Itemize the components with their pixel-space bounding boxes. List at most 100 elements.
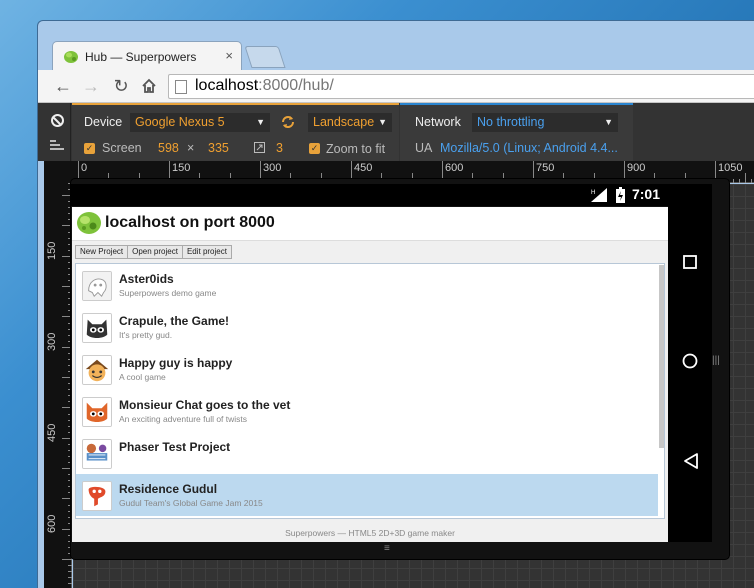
status-time: 7:01 [631, 186, 660, 202]
device-emulation-bar: Device Google Nexus 5 ▼ Landscape ▼ ✓ Scre… [38, 103, 754, 161]
project-description: It's pretty gud. [119, 330, 173, 340]
dropdown-arrow-icon: ▼ [378, 117, 387, 127]
disable-emulation-icon[interactable] [51, 114, 64, 127]
list-scrollbar[interactable] [659, 265, 664, 448]
list-item[interactable]: Crapule, the Game! It's pretty gud. [76, 306, 658, 348]
network-section: Network No throttling ▼ UA Mozilla/5.0 (L… [400, 103, 633, 161]
project-thumbnail-icon [82, 313, 112, 343]
project-thumbnail-icon [82, 355, 112, 385]
new-project-button[interactable]: New Project [75, 245, 129, 259]
ruler-tick [68, 583, 72, 584]
user-agent-input[interactable]: Mozilla/5.0 (Linux; Android 4.4... [440, 141, 618, 155]
ruler-label: 450 [354, 162, 373, 174]
project-name: Happy guy is happy [119, 356, 233, 370]
ruler-label: 150 [172, 162, 191, 174]
divider [70, 103, 71, 161]
resize-handle-right-icon[interactable]: ||| [712, 355, 722, 371]
project-name: Monsieur Chat goes to the vet [119, 398, 291, 412]
network-throttling-select[interactable]: No throttling ▼ [472, 113, 618, 132]
list-item[interactable]: Aster0ids Superpowers demo game [76, 264, 658, 306]
project-name: Aster0ids [119, 272, 174, 286]
dropdown-arrow-icon: ▼ [604, 117, 613, 127]
open-project-button[interactable]: Open project [127, 245, 183, 259]
project-name: Crapule, the Game! [119, 314, 230, 328]
hub-header: localhost on port 8000 [72, 207, 668, 241]
home-icon[interactable] [138, 75, 160, 97]
android-nav-bar [668, 184, 712, 542]
ruler-tick [739, 179, 740, 183]
browser-toolbar: ← → ↻ localhost:8000/hub/ [38, 70, 754, 103]
project-thumbnail-icon [82, 439, 112, 469]
media-queries-icon[interactable] [50, 139, 64, 151]
reload-icon[interactable]: ↻ [110, 75, 132, 97]
ruler-label: 0 [81, 162, 88, 174]
device-screen: localhost on port 8000 New Project Open p… [72, 207, 668, 542]
dpr-input[interactable]: 3 [276, 141, 283, 155]
ruler-corner [44, 161, 72, 183]
rotate-orientation-icon[interactable] [281, 115, 295, 129]
screen-checkbox[interactable]: ✓ [84, 143, 95, 154]
back-arrow-icon[interactable]: ← [52, 75, 74, 97]
page-title: localhost on port 8000 [105, 214, 275, 231]
ruler-tick [745, 173, 746, 183]
address-bar[interactable]: localhost:8000/hub/ [168, 74, 754, 99]
hub-toolbar: New Project Open project Edit project [75, 245, 232, 260]
signal-icon: H [591, 188, 607, 202]
address-url: localhost:8000/hub/ [195, 77, 334, 94]
device-section: Device Google Nexus 5 ▼ Landscape ▼ ✓ Scre… [72, 103, 399, 161]
project-name: Residence Gudul [119, 482, 218, 496]
home-circle-icon[interactable] [682, 353, 698, 369]
superpowers-favicon-icon [64, 51, 78, 63]
ruler-label: 600 [445, 162, 464, 174]
device-pixel-ratio-icon [254, 142, 265, 153]
svg-text:H: H [591, 190, 595, 196]
screen-width-input[interactable]: 598 [158, 141, 179, 155]
ruler-label: 300 [46, 332, 58, 351]
project-description: A cool game [119, 372, 166, 382]
ruler-label: 900 [627, 162, 646, 174]
list-item[interactable]: Happy guy is happy A cool game [76, 348, 658, 390]
screen-times: × [187, 141, 195, 155]
orientation-select[interactable]: Landscape ▼ [308, 113, 392, 132]
list-item[interactable]: Monsieur Chat goes to the vet An excitin… [76, 390, 658, 432]
ruler-label: 150 [46, 241, 58, 260]
project-description: An exciting adventure full of twists [119, 414, 248, 424]
vertical-ruler: 150 300 450 600 [44, 183, 72, 588]
zoom-to-fit-label: Zoom to fit [326, 142, 386, 156]
recent-apps-icon[interactable] [682, 254, 698, 270]
edit-project-button[interactable]: Edit project [181, 245, 232, 259]
ruler-label: 600 [46, 514, 58, 533]
superpowers-logo-icon [77, 212, 101, 234]
project-thumbnail-icon [82, 271, 112, 301]
zoom-to-fit-checkbox[interactable]: ✓ [309, 143, 320, 154]
ruler-tick [68, 571, 72, 572]
ruler-label: 450 [46, 423, 58, 442]
project-list: Aster0ids Superpowers demo game Crapule,… [75, 263, 665, 519]
hub-footer: Superpowers — HTML5 2D+3D game maker [285, 528, 455, 538]
ua-label: UA [415, 141, 433, 155]
project-name: Phaser Test Project [119, 440, 231, 454]
ruler-tick [733, 179, 734, 183]
ruler-label: 300 [263, 162, 282, 174]
resize-handle-bottom-icon[interactable]: ≡ [384, 543, 390, 554]
ruler-label: 1050 [718, 162, 743, 174]
battery-icon [616, 187, 625, 203]
tab-title: Hub — Superpowers [85, 50, 197, 64]
list-item[interactable]: Phaser Test Project [76, 432, 658, 474]
project-description: Gudul Team's Global Game Jam 2015 [119, 498, 263, 508]
back-triangle-icon[interactable] [682, 452, 700, 470]
dropdown-arrow-icon: ▼ [256, 117, 265, 127]
browser-tab-hub[interactable]: Hub — Superpowers × [52, 41, 242, 71]
list-item-selected[interactable]: Residence Gudul Gudul Team's Global Game… [76, 474, 658, 516]
ruler-tick [751, 179, 752, 183]
new-tab-button[interactable] [244, 46, 286, 68]
screen-height-input[interactable]: 335 [208, 141, 229, 155]
tab-close-icon[interactable]: × [225, 48, 233, 63]
android-status-bar: H 7:01 [70, 184, 668, 206]
ruler-label: 750 [536, 162, 555, 174]
ruler-tick [62, 559, 72, 560]
device-select[interactable]: Google Nexus 5 ▼ [130, 113, 270, 132]
page-icon [175, 80, 187, 94]
forward-arrow-icon[interactable]: → [80, 75, 102, 97]
project-description: Superpowers demo game [119, 288, 217, 298]
